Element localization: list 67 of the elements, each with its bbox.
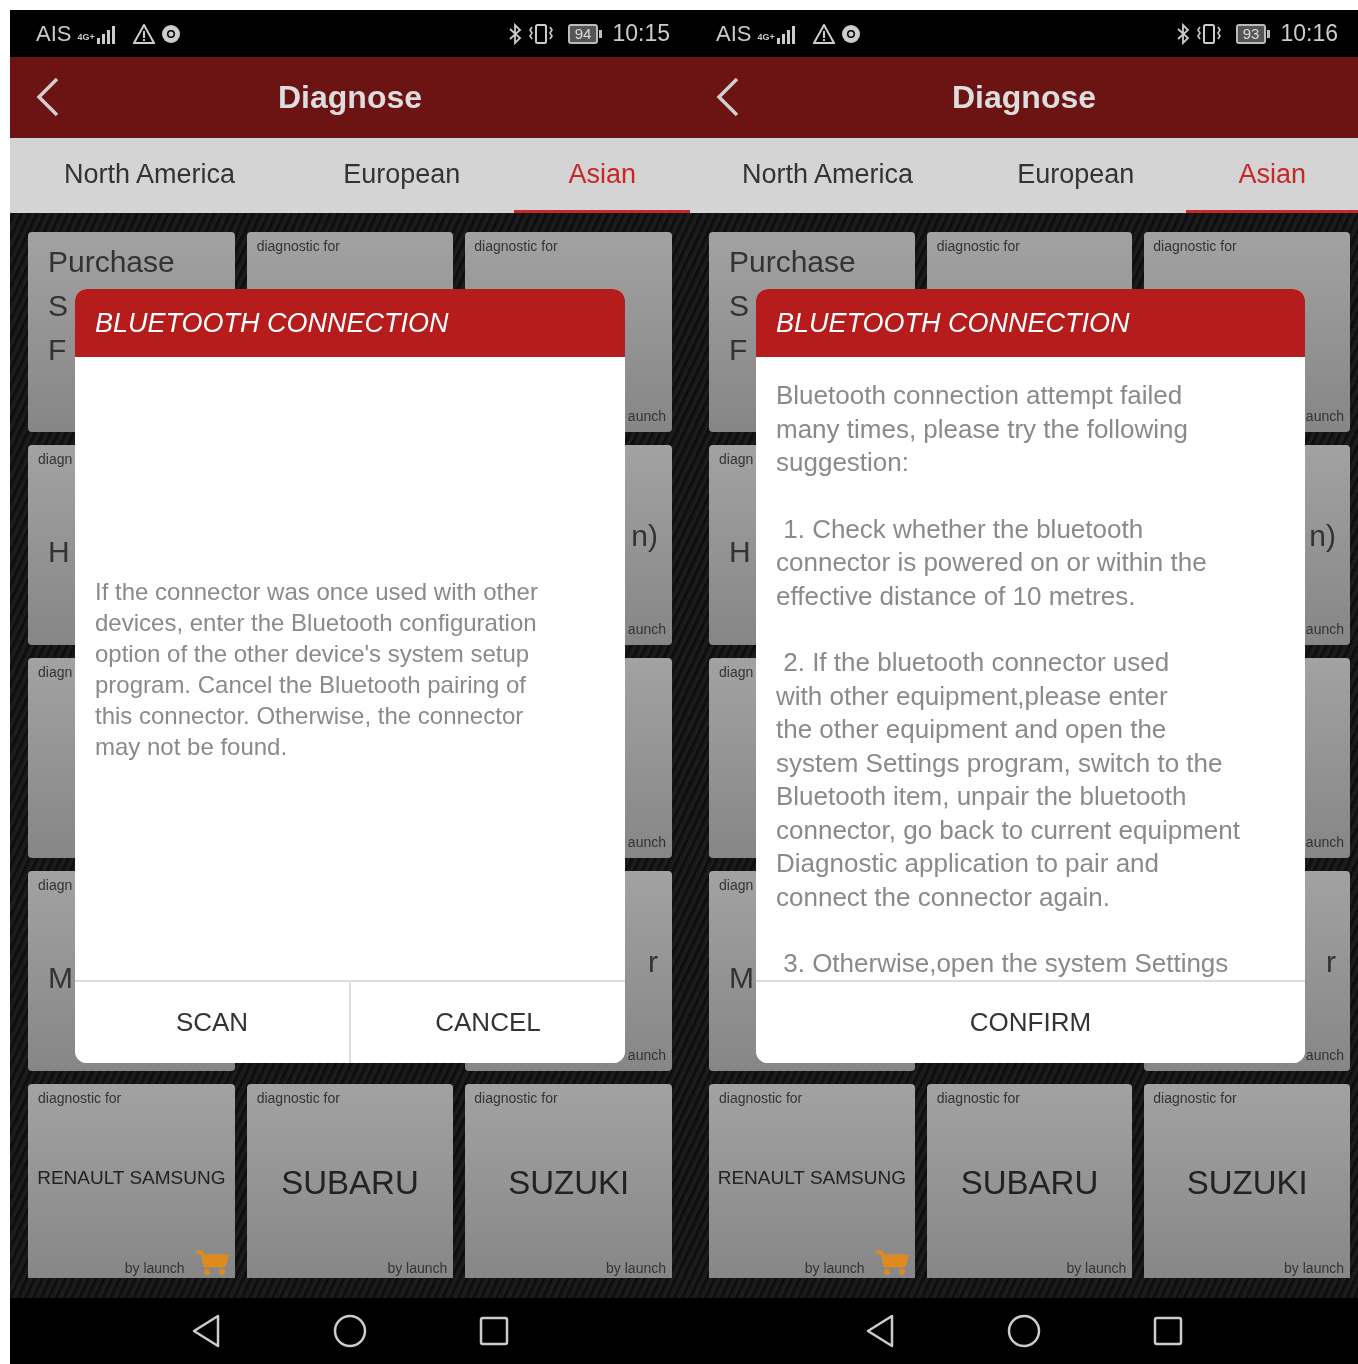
brand-name: r bbox=[648, 944, 658, 980]
dialog-title: BLUETOOTH CONNECTION bbox=[756, 289, 1305, 357]
tile-caption: diagnostic for bbox=[935, 238, 1020, 254]
brand-name: Purchase bbox=[48, 244, 175, 280]
network-type: 4G+ bbox=[77, 31, 95, 42]
tile-caption: diagnostic for bbox=[718, 1090, 803, 1106]
vendor-label: by launch bbox=[124, 1260, 185, 1276]
brand-name: F bbox=[729, 332, 748, 368]
battery-indicator: 93 bbox=[1235, 23, 1271, 44]
vendor-label: by launch bbox=[804, 1260, 865, 1276]
screen-title: Diagnose bbox=[952, 79, 1096, 116]
tile-caption: diagnostic for bbox=[1152, 238, 1237, 254]
vendor-label: aunch bbox=[1305, 1047, 1344, 1063]
tile-caption: diagnostic for bbox=[1152, 1090, 1237, 1106]
carrier-name: AIS bbox=[36, 20, 72, 47]
vendor-label: aunch bbox=[627, 408, 666, 424]
brand-name: RENAULT SAMSUNG bbox=[717, 1167, 906, 1189]
vendor-label: aunch bbox=[1305, 621, 1344, 637]
tile-caption: diagnostic for bbox=[255, 1090, 340, 1106]
screen-title: Diagnose bbox=[278, 79, 422, 116]
tile-caption: diagn bbox=[37, 877, 73, 893]
vendor-label: by launch bbox=[387, 1260, 448, 1276]
tile-caption: diagnostic for bbox=[473, 238, 558, 254]
vendor-label: aunch bbox=[1305, 408, 1344, 424]
dialog-message: 3. Otherwise,open the system Settings bbox=[782, 947, 1229, 980]
tile-caption: diagn bbox=[37, 664, 73, 680]
vendor-label: by launch bbox=[1284, 1260, 1344, 1276]
brand-name: r bbox=[1326, 944, 1336, 980]
battery-indicator: 94 bbox=[567, 23, 603, 44]
tile-caption: diagn bbox=[37, 451, 73, 467]
brand-name: F bbox=[48, 332, 67, 368]
tile-caption: diagnostic for bbox=[473, 1090, 558, 1106]
vendor-label: by launch bbox=[606, 1260, 666, 1276]
tile-caption: diagn bbox=[718, 877, 754, 893]
brand-name: RENAULT SAMSUNG bbox=[37, 1167, 226, 1189]
clock-time: 10:15 bbox=[612, 20, 670, 47]
brand-name: SUBARU bbox=[960, 1164, 1099, 1202]
brand-name: SUBARU bbox=[281, 1164, 419, 1202]
brand-name: S bbox=[729, 288, 749, 324]
brand-name: SUZUKI bbox=[1186, 1164, 1308, 1202]
brand-name: S bbox=[48, 288, 68, 324]
dialog-message: 1. Check whether the bluetooth connector is powered on or within the effective distance of 10 metres. bbox=[776, 512, 1207, 613]
vendor-label: by launch bbox=[1066, 1260, 1127, 1276]
vendor-label: aunch bbox=[627, 834, 666, 850]
dialog-message: 2. If the bluetooth connector used with other equipment,please enter the other equipment and open the system Settings program, switch to the Bluetooth item, unpair the bluetooth connector, go back to current equipment Diagnostic application to pair and connect the connector again. bbox=[776, 646, 1240, 914]
dialog-message: Bluetooth connection attempt failed many times, please try the following suggestion: bbox=[776, 379, 1188, 479]
brand-name: SUZUKI bbox=[508, 1164, 630, 1202]
vendor-label: aunch bbox=[1305, 834, 1344, 850]
tile-caption: diagn bbox=[718, 664, 754, 680]
brand-name: n) bbox=[631, 518, 658, 554]
tile-caption: diagnostic for bbox=[935, 1090, 1020, 1106]
brand-name: Purchase bbox=[729, 244, 856, 280]
dialog-message: If the connector was once used with other devices, enter the Bluetooth configuration option of the other device's system setup program. Cancel the Bluetooth pairing of this connector. Otherwise, the connector may not be found. bbox=[95, 576, 538, 762]
brand-name: M bbox=[48, 960, 73, 996]
tile-caption: diagnostic for bbox=[37, 1090, 122, 1106]
dialog-title: BLUETOOTH CONNECTION bbox=[75, 289, 625, 357]
tile-caption: diagn bbox=[718, 451, 754, 467]
vendor-label: aunch bbox=[627, 1047, 666, 1063]
brand-name: M bbox=[729, 960, 754, 996]
network-type: 4G+ bbox=[757, 31, 775, 42]
vendor-label: aunch bbox=[627, 621, 666, 637]
brand-name: H bbox=[48, 534, 70, 570]
brand-name: H bbox=[729, 534, 751, 570]
brand-name: n) bbox=[1309, 518, 1336, 554]
carrier-name: AIS bbox=[716, 20, 752, 47]
tile-caption: diagnostic for bbox=[255, 238, 340, 254]
clock-time: 10:16 bbox=[1280, 20, 1338, 47]
